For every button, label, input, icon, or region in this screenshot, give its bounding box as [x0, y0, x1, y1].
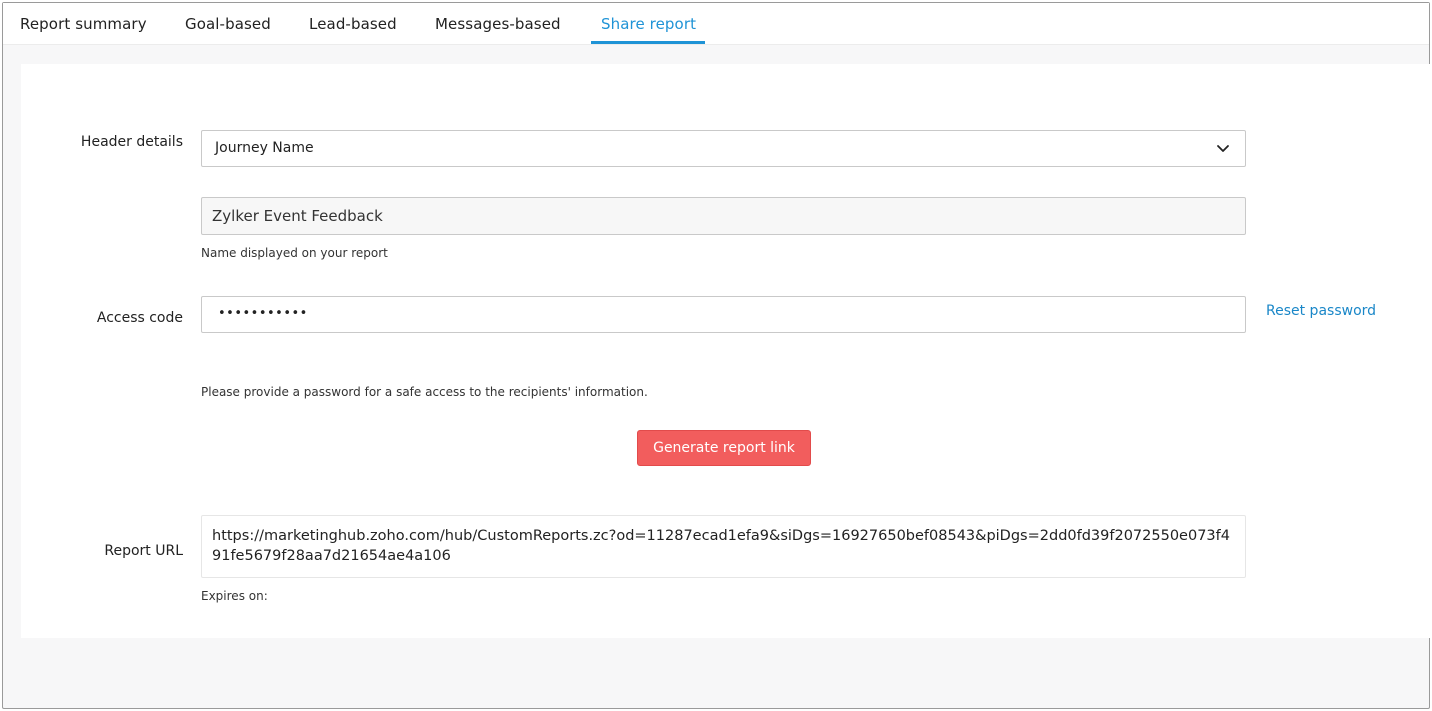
generate-report-link-button[interactable]: Generate report link — [637, 430, 811, 466]
report-name-hint: Name displayed on your report — [201, 246, 388, 260]
tab-lead-based[interactable]: Lead-based — [309, 15, 397, 33]
access-code-value: ••••••••••• — [218, 306, 308, 321]
expires-on-label: Expires on: — [201, 589, 268, 603]
access-code-input[interactable]: ••••••••••• — [201, 296, 1246, 333]
tab-goal-based[interactable]: Goal-based — [185, 15, 271, 33]
share-report-panel: Header details Journey Name Zylker Event… — [21, 64, 1431, 638]
header-details-selected-value: Journey Name — [215, 140, 314, 156]
tab-report-summary[interactable]: Report summary — [20, 15, 147, 33]
share-report-window: Report summary Goal-based Lead-based Mes… — [2, 2, 1431, 709]
tab-share-report[interactable]: Share report — [601, 15, 696, 33]
report-name-value: Zylker Event Feedback — [212, 207, 383, 225]
reset-password-link[interactable]: Reset password — [1266, 303, 1376, 319]
header-details-select[interactable]: Journey Name — [201, 130, 1246, 167]
report-name-input[interactable]: Zylker Event Feedback — [201, 197, 1246, 235]
active-tab-indicator — [591, 41, 705, 44]
report-url-label: Report URL — [104, 543, 183, 559]
access-code-label: Access code — [96, 310, 183, 326]
report-tabs: Report summary Goal-based Lead-based Mes… — [3, 3, 1429, 45]
report-url-value: https://marketinghub.zoho.com/hub/Custom… — [212, 528, 1230, 564]
tab-messages-based[interactable]: Messages-based — [435, 15, 561, 33]
report-url-field[interactable]: https://marketinghub.zoho.com/hub/Custom… — [201, 515, 1246, 578]
access-code-hint: Please provide a password for a safe acc… — [201, 385, 648, 399]
header-details-label: Header details — [80, 134, 183, 150]
chevron-down-icon — [1217, 145, 1229, 152]
